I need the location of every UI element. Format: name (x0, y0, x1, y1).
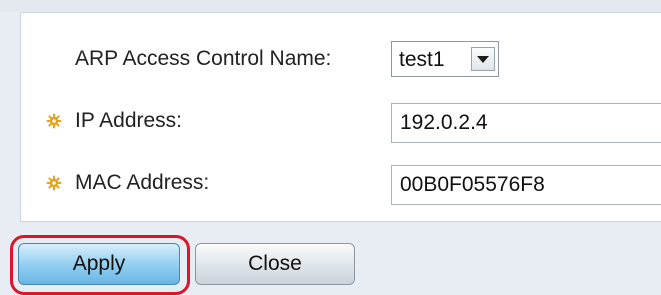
top-strip (0, 0, 661, 12)
ip-address-input[interactable] (391, 103, 661, 143)
mac-address-input[interactable] (391, 165, 661, 205)
mac-address-label: MAC Address: (75, 171, 210, 194)
close-button[interactable]: Close (195, 243, 355, 285)
required-field-icon (46, 113, 62, 129)
apply-button[interactable]: Apply (18, 243, 180, 285)
acl-name-label: ARP Access Control Name: (75, 47, 332, 70)
ip-address-row: IP Address: (21, 103, 661, 143)
ip-address-label: IP Address: (75, 109, 183, 132)
acl-name-select[interactable]: test1 (391, 41, 499, 77)
acl-name-row: ARP Access Control Name: test1 (21, 41, 661, 81)
mac-address-row: MAC Address: (21, 165, 661, 205)
chevron-down-icon[interactable] (471, 47, 495, 71)
form-panel: ARP Access Control Name: test1 IP Addres… (20, 12, 661, 222)
required-field-icon (46, 175, 62, 191)
acl-name-select-value: test1 (399, 48, 445, 71)
